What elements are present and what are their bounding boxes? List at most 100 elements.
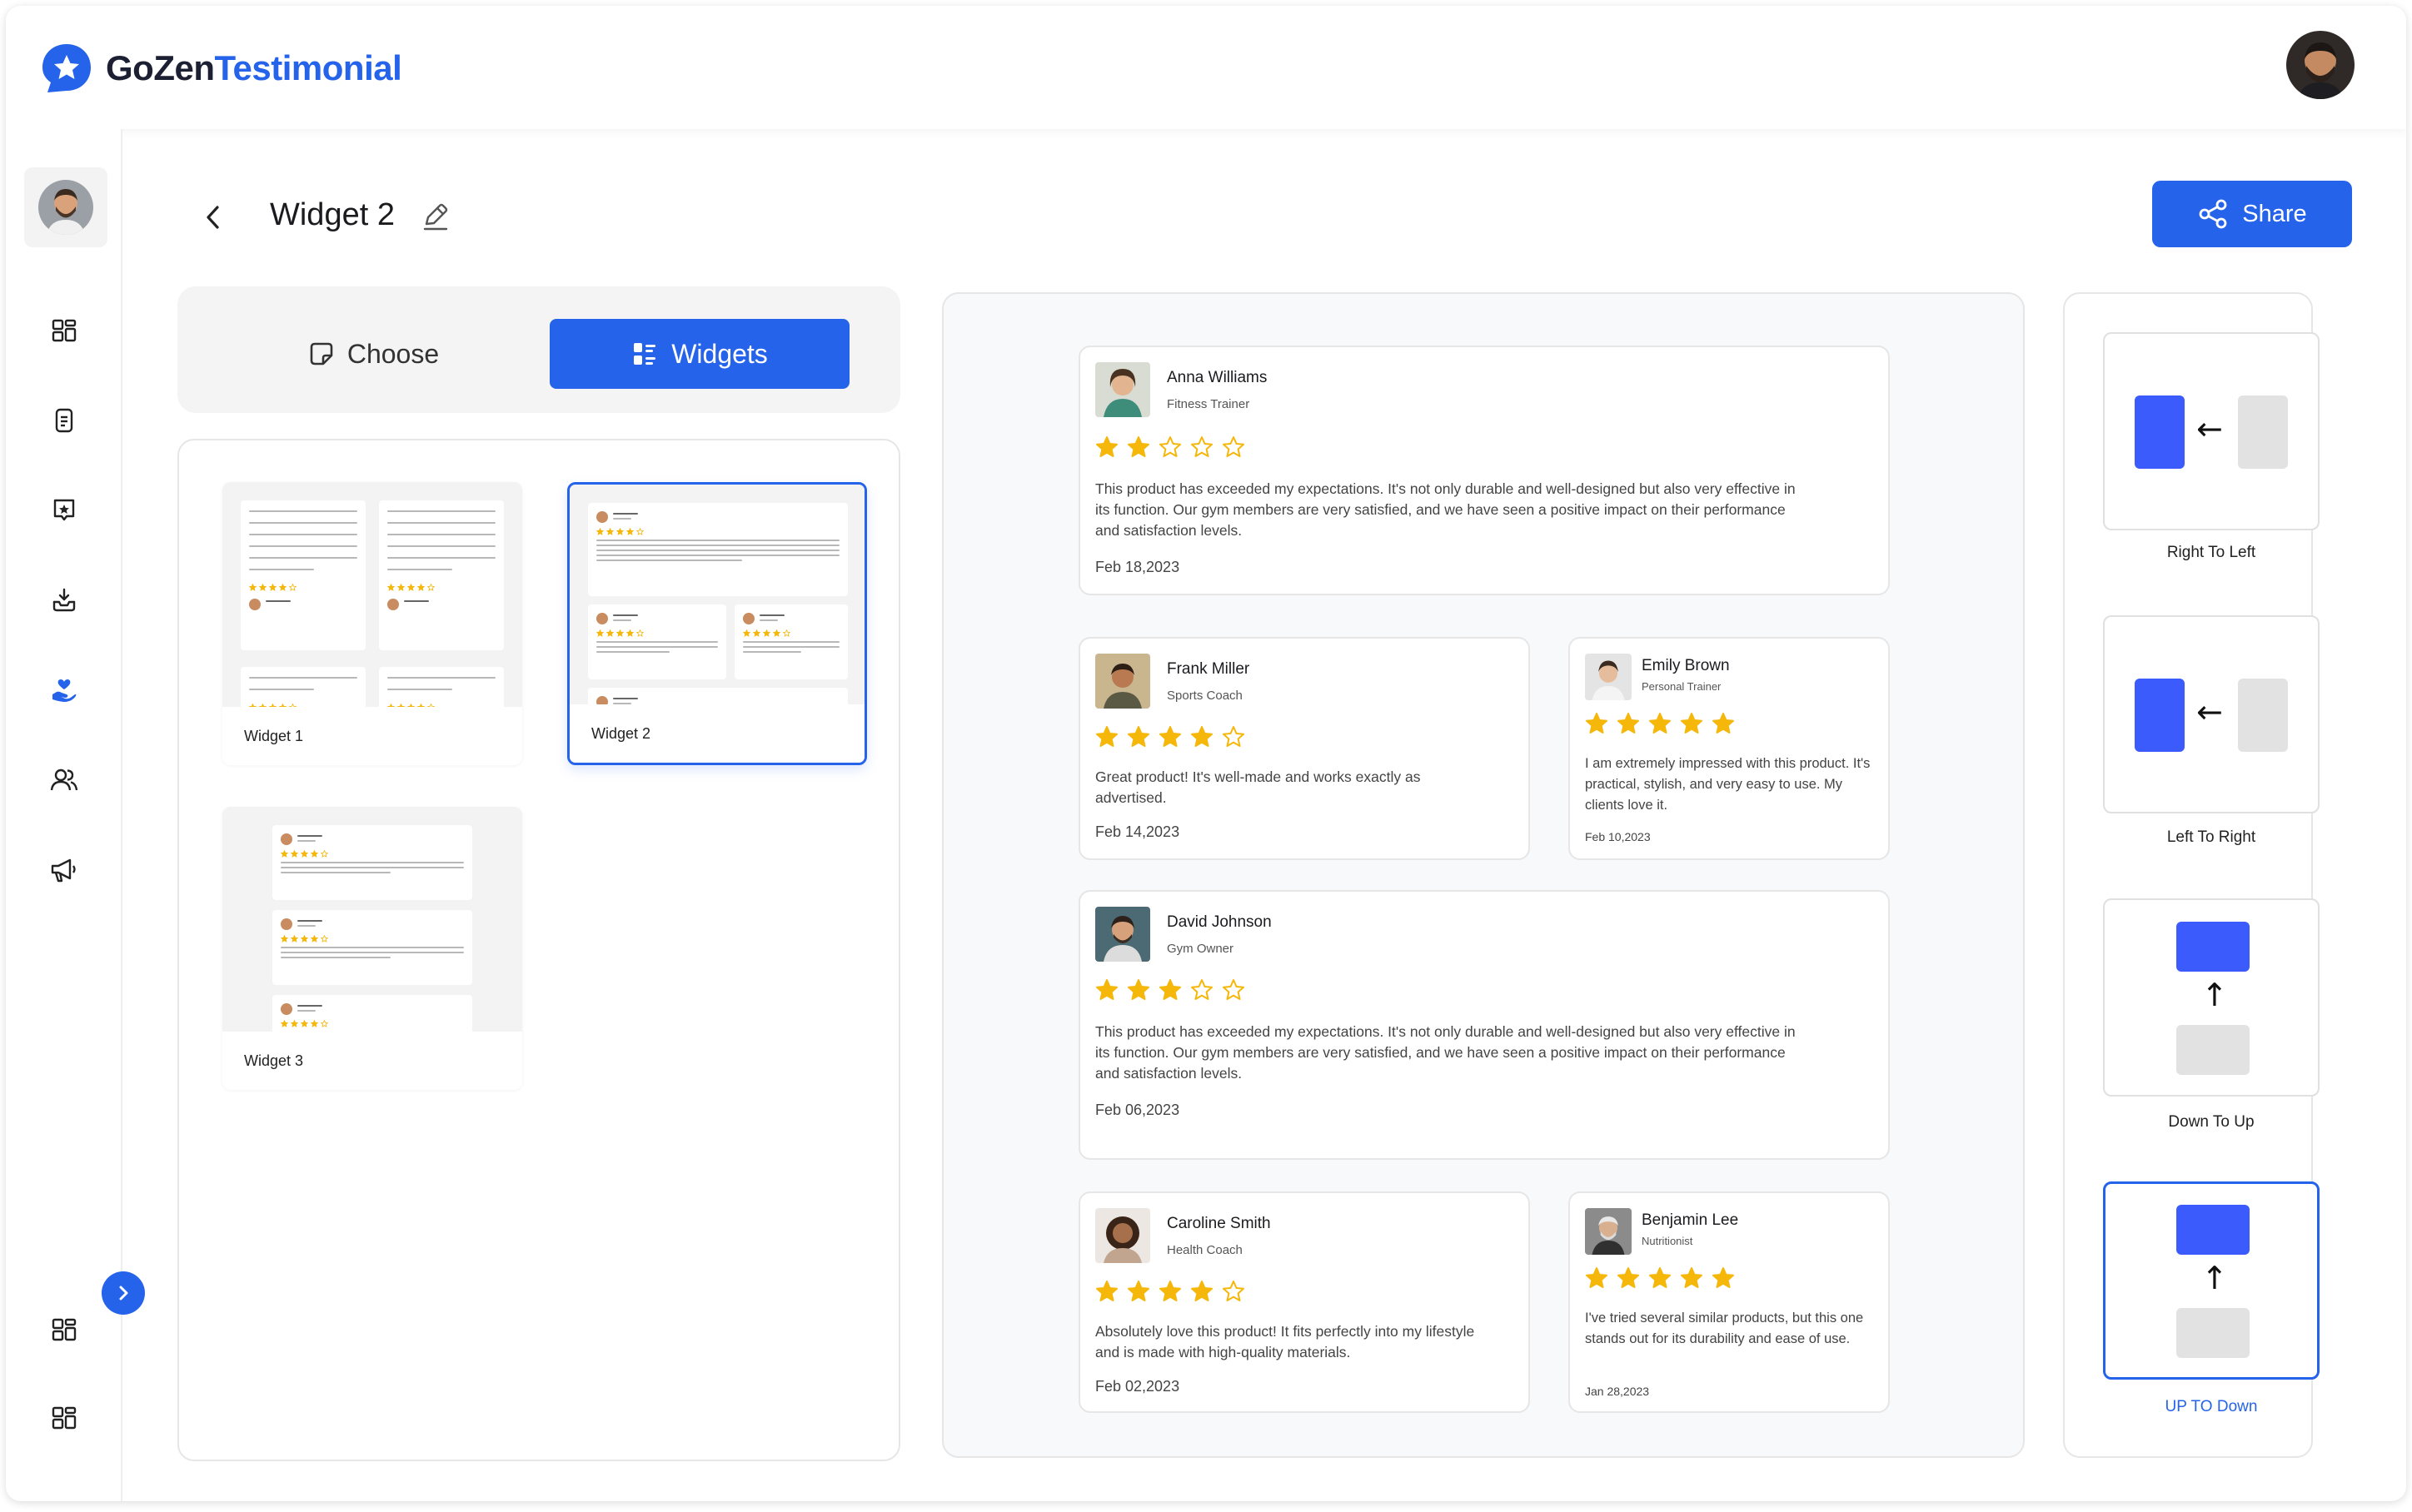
mini-text-line	[387, 534, 496, 535]
animation-block	[2135, 679, 2185, 752]
review-text: This product has exceeded my expectation…	[1095, 1023, 1796, 1082]
share-button[interactable]: Share	[2152, 181, 2352, 247]
rating-stars	[1585, 1266, 1735, 1290]
star-filled-icon	[1096, 726, 1118, 747]
arrow-up-icon: ↑	[2201, 977, 2228, 1013]
animation-option-right-to-left[interactable]: ←	[2103, 332, 2320, 530]
mini-text-line	[596, 641, 718, 643]
mini-text-line	[613, 518, 631, 520]
mini-review-card	[241, 667, 366, 707]
mini-star-icon	[281, 850, 288, 858]
widget-card-3[interactable]: Widget 3	[222, 807, 522, 1090]
mini-avatar	[743, 613, 755, 624]
widgets-icon	[634, 343, 656, 365]
rating-stars	[1095, 435, 1245, 459]
tab-choose[interactable]: Choose	[236, 319, 511, 389]
mini-text-line	[387, 510, 496, 512]
mini-star-icon	[281, 1020, 288, 1027]
sidebar-expand-button[interactable]	[102, 1271, 145, 1315]
star-badge-icon[interactable]	[49, 495, 79, 525]
mini-text-line	[596, 555, 840, 556]
review-date: Feb 02,2023	[1095, 1378, 1180, 1395]
hand-heart-icon[interactable]	[49, 675, 79, 705]
download-tray-icon[interactable]	[49, 585, 79, 615]
mini-star-icon	[279, 584, 287, 591]
mini-star-icon	[291, 850, 298, 858]
star-filled-icon	[1096, 1281, 1118, 1301]
tab-widgets[interactable]: Widgets	[550, 319, 850, 389]
reviewer-avatar	[1095, 362, 1150, 417]
mini-star-icon	[596, 528, 604, 535]
mini-star-icon	[269, 584, 277, 591]
animation-block-placeholder	[2238, 679, 2288, 752]
grid-icon[interactable]	[49, 1403, 79, 1433]
mini-text-line	[743, 651, 801, 653]
mini-text-line	[387, 689, 452, 690]
star-filled-icon	[1712, 713, 1734, 734]
mini-review-card	[379, 667, 504, 707]
grid-icon[interactable]	[49, 1315, 79, 1345]
widget-card-label: Widget 2	[570, 704, 865, 763]
mini-text-line	[266, 600, 291, 602]
mini-text-line	[249, 689, 314, 690]
mini-text-line	[404, 600, 429, 602]
megaphone-icon[interactable]	[49, 855, 79, 885]
mini-review-card	[379, 500, 504, 650]
users-icon[interactable]	[49, 765, 79, 795]
star-filled-icon	[1128, 979, 1149, 1000]
mini-text-line	[281, 952, 464, 953]
user-avatar[interactable]	[2286, 31, 2355, 99]
animation-block-placeholder	[2176, 1308, 2250, 1358]
mini-review-card	[272, 825, 472, 900]
animation-options-panel: ← Right To Left ← Left To Right ↑ Down T…	[2063, 292, 2320, 1458]
mini-text-line	[281, 872, 391, 873]
mini-star-icon	[311, 850, 318, 858]
mini-star-icon	[321, 1020, 328, 1027]
mini-star-icon	[249, 584, 257, 591]
star-filled-icon	[1617, 713, 1639, 734]
widget-2-thumbnail	[570, 485, 865, 709]
mini-star-icon	[407, 584, 415, 591]
mini-star-icon	[616, 528, 624, 535]
star-filled-icon	[1191, 726, 1213, 747]
animation-option-up-to-down[interactable]: ↑	[2103, 1181, 2320, 1380]
star-outline-icon	[1223, 1281, 1244, 1301]
tab-choose-label: Choose	[346, 338, 440, 369]
rating-stars	[1095, 725, 1245, 749]
edit-pencil-icon[interactable]	[420, 201, 451, 232]
mini-star-icon	[311, 935, 318, 943]
mini-star-icon	[291, 1020, 298, 1027]
sidebar-profile[interactable]	[24, 167, 107, 247]
mini-review-card	[735, 604, 848, 679]
reviewer-avatar	[1095, 1208, 1150, 1263]
mode-toggle: Choose Widgets	[177, 286, 900, 413]
star-filled-icon	[1128, 726, 1149, 747]
document-icon[interactable]	[49, 405, 79, 435]
animation-option-down-to-up[interactable]: ↑	[2103, 898, 2320, 1097]
mini-text-line	[596, 560, 743, 561]
reviewer-name: Anna Williams	[1167, 369, 1268, 386]
animation-label: Left To Right	[2166, 828, 2256, 846]
review-date: Feb 06,2023	[1095, 1102, 1180, 1118]
brand[interactable]: GoZenTestimonial	[39, 41, 402, 96]
review-card-emily-brown: Emily Brown Personal Trainer I am extrem…	[1568, 637, 1890, 860]
animation-option-left-to-right[interactable]: ←	[2103, 615, 2320, 813]
mini-text-line	[613, 619, 631, 621]
mini-star-icon	[763, 629, 770, 637]
mini-star-icon	[773, 629, 780, 637]
back-icon[interactable]	[201, 201, 226, 234]
mini-avatar	[281, 1003, 292, 1015]
widget-card-1[interactable]: Widget 1	[222, 482, 522, 765]
sidebar-avatar	[38, 180, 93, 235]
mini-text-line	[596, 646, 718, 648]
star-filled-icon	[1681, 713, 1702, 734]
reviewer-avatar	[1095, 654, 1150, 709]
animation-block	[2176, 922, 2250, 972]
dashboard-icon[interactable]	[49, 316, 79, 346]
widget-card-2[interactable]: Widget 2	[567, 482, 867, 765]
review-date: Feb 14,2023	[1095, 823, 1180, 840]
sidebar-avatar-image	[38, 180, 93, 235]
mini-text-line	[281, 867, 464, 868]
star-filled-icon	[1649, 1267, 1671, 1288]
reviewer-name: David Johnson	[1167, 913, 1272, 931]
